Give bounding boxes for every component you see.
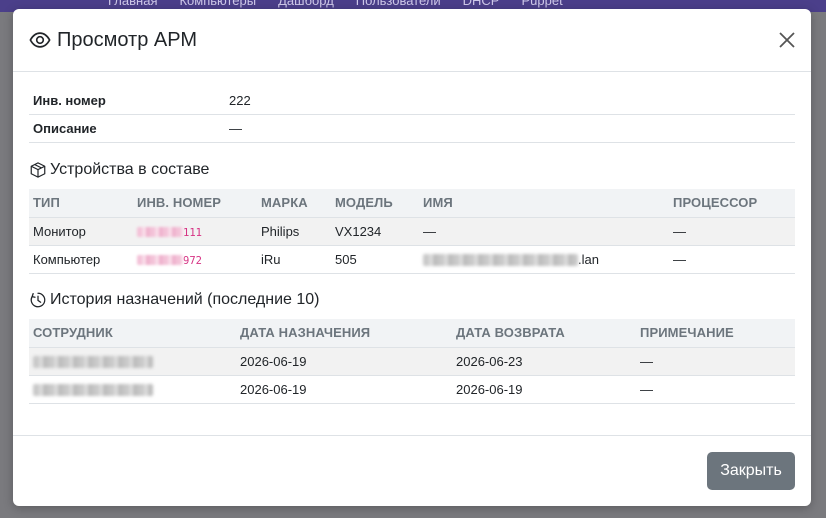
device-cpu: — [669, 245, 795, 274]
view-workstation-modal: Просмотр АРМ Инв. номер 222 Описание — У… [13, 9, 811, 506]
column-header: МОДЕЛЬ [331, 189, 419, 218]
column-header: ДАТА НАЗНАЧЕНИЯ [236, 319, 452, 348]
table-header-row: ТИП ИНВ. НОМЕР МАРКА МОДЕЛЬ ИМЯ ПРОЦЕССО… [29, 189, 795, 218]
field-label: Описание [33, 121, 97, 136]
column-header: ИНВ. НОМЕР [133, 189, 257, 218]
modal-body: Инв. номер 222 Описание — Устройства в с… [13, 72, 811, 435]
field-row-inventory: Инв. номер 222 [29, 87, 795, 115]
redacted-hostname [423, 254, 578, 267]
field-row-description: Описание — [29, 115, 795, 143]
nav-item-users: Пользователи [355, 0, 441, 8]
box-icon [30, 162, 46, 178]
clock-icon [30, 292, 46, 308]
redacted-inventory [137, 227, 183, 238]
nav-item-home: Главная [108, 0, 158, 8]
device-brand: Philips [257, 217, 331, 246]
section-title-text: История назначений (последние 10) [50, 291, 320, 308]
field-value: — [229, 121, 242, 136]
device-inventory: 972 [133, 245, 257, 274]
nav-item-dashboard: Дашборд [278, 0, 334, 8]
redacted-inventory [137, 255, 183, 266]
redacted-employee [33, 356, 153, 369]
hostname-suffix: .lan [578, 251, 599, 267]
table-row: 2026-06-19 2026-06-23 — [29, 347, 795, 376]
returned-date: 2026-06-19 [452, 375, 636, 404]
device-name: .lan [419, 245, 669, 274]
note: — [636, 347, 795, 376]
field-value: 222 [229, 93, 251, 108]
table-row: Монитор 111 Philips VX1234 — — [29, 217, 795, 246]
details-table: Инв. номер 222 Описание — [29, 87, 795, 143]
column-header: СОТРУДНИК [29, 319, 236, 348]
assigned-date: 2026-06-19 [236, 347, 452, 376]
devices-section-title: Устройства в составе [29, 161, 209, 179]
device-type: Компьютер [29, 245, 133, 274]
device-type: Монитор [29, 217, 133, 246]
column-header: МАРКА [257, 189, 331, 218]
column-header: ДАТА ВОЗВРАТА [452, 319, 636, 348]
device-brand: iRu [257, 245, 331, 274]
modal-title: Просмотр АРМ [57, 28, 198, 51]
column-header: ПРИМЕЧАНИЕ [636, 319, 795, 348]
modal-footer: Закрыть [13, 435, 811, 506]
section-title-text: Устройства в составе [50, 161, 210, 178]
nav-item-puppet: Puppet [521, 0, 563, 8]
employee-name [29, 347, 236, 376]
history-table: СОТРУДНИК ДАТА НАЗНАЧЕНИЯ ДАТА ВОЗВРАТА … [29, 319, 795, 404]
returned-date: 2026-06-23 [452, 347, 636, 376]
device-model: 505 [331, 245, 419, 274]
redacted-employee [33, 384, 153, 397]
inventory-suffix: 111 [183, 226, 202, 239]
column-header: ПРОЦЕССОР [669, 189, 795, 218]
table-header-row: СОТРУДНИК ДАТА НАЗНАЧЕНИЯ ДАТА ВОЗВРАТА … [29, 319, 795, 348]
nav-item-dhcp: DHCP [462, 0, 500, 8]
table-row: Компьютер 972 iRu 505 .lan — [29, 245, 795, 274]
table-row: 2026-06-19 2026-06-19 — [29, 375, 795, 404]
assigned-date: 2026-06-19 [236, 375, 452, 404]
close-button[interactable]: Закрыть [707, 452, 795, 490]
column-header: ИМЯ [419, 189, 669, 218]
close-icon[interactable] [777, 30, 797, 50]
nav-item-computers: Компьютеры [179, 0, 257, 8]
modal-header: Просмотр АРМ [13, 9, 811, 72]
device-name: — [419, 217, 669, 246]
device-model: VX1234 [331, 217, 419, 246]
employee-name [29, 375, 236, 404]
field-label: Инв. номер [33, 93, 106, 108]
column-header: ТИП [29, 189, 133, 218]
note: — [636, 375, 795, 404]
device-cpu: — [669, 217, 795, 246]
device-inventory: 111 [133, 217, 257, 246]
history-section-title: История назначений (последние 10) [29, 291, 320, 309]
inventory-suffix: 972 [183, 254, 202, 267]
devices-table: ТИП ИНВ. НОМЕР МАРКА МОДЕЛЬ ИМЯ ПРОЦЕССО… [29, 189, 795, 274]
eye-icon [29, 32, 51, 48]
